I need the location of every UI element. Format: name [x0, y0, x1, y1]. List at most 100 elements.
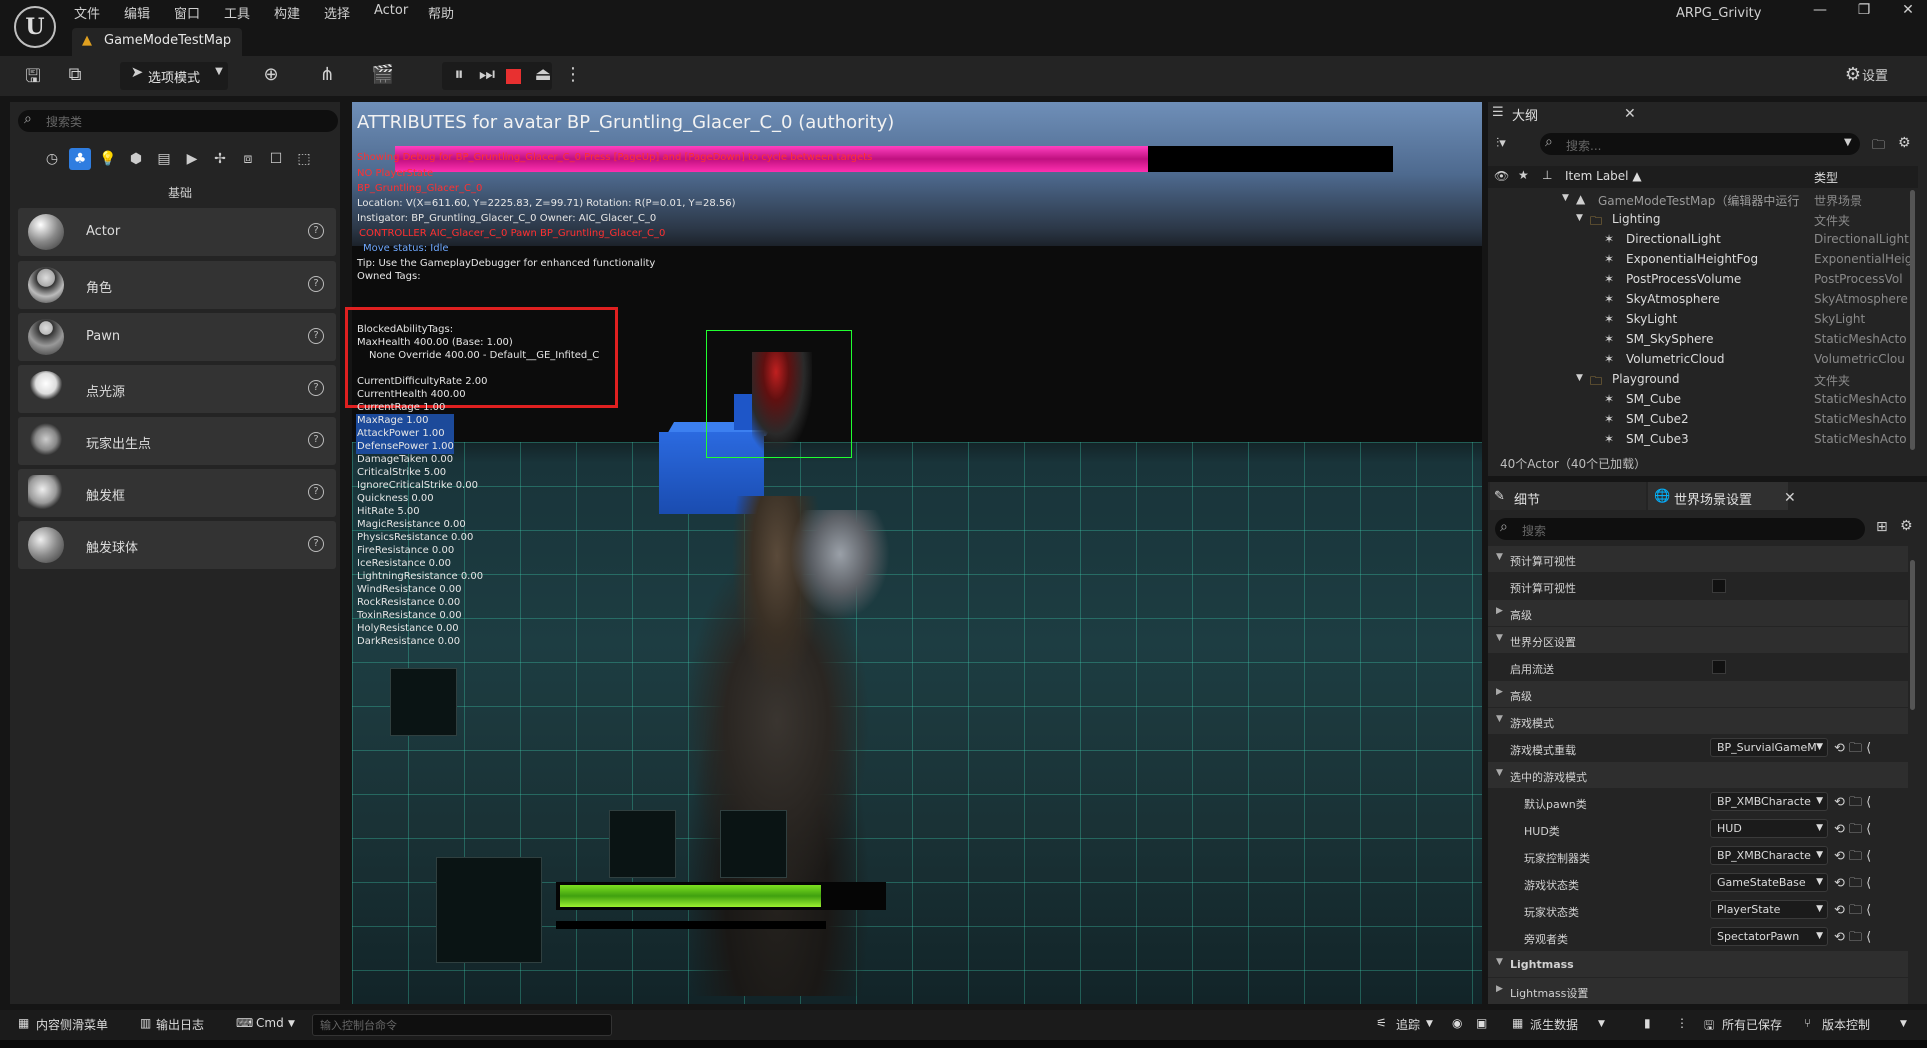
- outliner-row[interactable]: ▼ 🗀 Playground 文件夹: [1488, 370, 1918, 390]
- shapes-icon[interactable]: ⬢: [125, 148, 147, 170]
- details-search-input[interactable]: [1495, 518, 1865, 540]
- menu-build[interactable]: 构建: [274, 3, 300, 22]
- close-icon[interactable]: ✕: [1784, 490, 1796, 506]
- pause-icon[interactable]: ⏸: [446, 64, 472, 85]
- details-section-header[interactable]: ▼ 预计算可视性: [1488, 546, 1908, 572]
- unreal-logo-icon[interactable]: U: [14, 6, 56, 48]
- menu-select[interactable]: 选择: [324, 3, 350, 22]
- grid-view-icon[interactable]: ⊞: [1876, 519, 1888, 535]
- details-section-header[interactable]: ▶ 高级: [1488, 600, 1908, 626]
- expand-arrow-icon[interactable]: ▼: [1576, 213, 1583, 223]
- actor-item[interactable]: 触发框 ?: [18, 469, 336, 517]
- output-log-button[interactable]: 输出日志: [156, 1016, 204, 1033]
- outliner-row[interactable]: ✶ ExponentialHeightFog ExponentialHeig: [1488, 250, 1918, 270]
- type-column[interactable]: 类型: [1814, 169, 1838, 186]
- all-saved-button[interactable]: 所有已保存: [1722, 1016, 1782, 1033]
- more-options-icon[interactable]: ⋮: [560, 64, 586, 85]
- bar-chart-icon[interactable]: ▮: [1644, 1016, 1651, 1030]
- cinematic-icon[interactable]: ▤: [153, 148, 175, 170]
- add-actor-icon[interactable]: ⊕: [258, 64, 284, 85]
- close-icon[interactable]: ✕: [1624, 106, 1636, 122]
- gear-icon[interactable]: ⚙: [1898, 135, 1911, 151]
- geometry-icon[interactable]: ✢: [209, 148, 231, 170]
- restore-icon[interactable]: ❐: [1852, 2, 1876, 18]
- browse-asset-icon[interactable]: ⟲ 🗀 ⟨: [1834, 874, 1871, 896]
- checkbox[interactable]: [1712, 579, 1726, 593]
- help-icon[interactable]: ?: [308, 484, 324, 500]
- more-options-icon[interactable]: ⋮: [1676, 1016, 1688, 1030]
- expand-arrow-icon[interactable]: ▶: [1496, 687, 1503, 697]
- browse-asset-icon[interactable]: ⟲ 🗀 ⟨: [1834, 793, 1871, 815]
- outliner-row[interactable]: ✶ DirectionalLight DirectionalLight: [1488, 230, 1918, 250]
- browse-icon[interactable]: ⧉: [62, 64, 88, 85]
- chevron-down-icon[interactable]: ▼: [288, 1019, 295, 1029]
- add-folder-icon[interactable]: 🗀: [1872, 136, 1885, 158]
- item-label-column[interactable]: Item Label ▲: [1565, 169, 1642, 183]
- chevron-down-icon[interactable]: ▼: [1426, 1019, 1433, 1029]
- menu-window[interactable]: 窗口: [174, 3, 200, 22]
- all-classes-icon[interactable]: ☐: [265, 148, 287, 170]
- menu-tools[interactable]: 工具: [224, 3, 250, 22]
- hud-slot-large[interactable]: [436, 857, 542, 963]
- help-icon[interactable]: ?: [308, 432, 324, 448]
- browse-asset-icon[interactable]: ⟲ 🗀 ⟨: [1834, 847, 1871, 869]
- gear-icon[interactable]: ⚙: [1900, 518, 1913, 534]
- minimize-icon[interactable]: —: [1808, 2, 1832, 18]
- help-icon[interactable]: ?: [308, 328, 324, 344]
- outliner-row[interactable]: ✶ SM_Cube3 StaticMeshActo: [1488, 430, 1918, 450]
- menu-file[interactable]: 文件: [74, 3, 100, 22]
- filter-icon[interactable]: ⫶▾: [1496, 136, 1506, 151]
- close-window-icon[interactable]: ✕: [1896, 2, 1920, 18]
- outliner-row[interactable]: ▼ 🗀 Lighting 文件夹: [1488, 210, 1918, 230]
- step-icon[interactable]: ⏭: [474, 64, 500, 85]
- lights-icon[interactable]: 💡: [97, 148, 119, 170]
- source-control-button[interactable]: 版本控制: [1822, 1016, 1870, 1033]
- expand-arrow-icon[interactable]: ▼: [1496, 768, 1503, 778]
- help-icon[interactable]: ?: [308, 536, 324, 552]
- outliner-row[interactable]: ✶ SM_SkySphere StaticMeshActo: [1488, 330, 1918, 350]
- expand-arrow-icon[interactable]: ▼: [1496, 714, 1503, 724]
- expand-arrow-icon[interactable]: ▶: [1496, 984, 1503, 994]
- record-icon[interactable]: ◉: [1452, 1016, 1462, 1030]
- favorites-icon[interactable]: ⬚: [293, 148, 315, 170]
- actor-item[interactable]: 玩家出生点 ?: [18, 417, 336, 465]
- expand-arrow-icon[interactable]: ▼: [1576, 373, 1583, 383]
- basic-icon[interactable]: ♣: [69, 148, 91, 170]
- help-icon[interactable]: ?: [308, 380, 324, 396]
- menu-actor[interactable]: Actor: [374, 3, 408, 18]
- actor-item[interactable]: 角色 ?: [18, 261, 336, 309]
- chevron-down-icon[interactable]: ▼: [1844, 137, 1852, 148]
- class-picker-dropdown[interactable]: SpectatorPawn ▼: [1710, 927, 1828, 946]
- outliner-row[interactable]: ✶ SM_Cube StaticMeshActo: [1488, 390, 1918, 410]
- hud-slot[interactable]: [390, 668, 457, 736]
- details-section-header[interactable]: ▼ 世界分区设置: [1488, 627, 1908, 653]
- trace-button[interactable]: 追踪: [1396, 1016, 1420, 1033]
- settings-label[interactable]: 设置: [1862, 65, 1888, 84]
- expand-arrow-icon[interactable]: ▶: [1496, 606, 1503, 616]
- class-picker-dropdown[interactable]: PlayerState ▼: [1710, 900, 1828, 919]
- actor-item[interactable]: 触发球体 ?: [18, 521, 336, 569]
- browse-asset-icon[interactable]: ⟲ 🗀 ⟨: [1834, 820, 1871, 842]
- cinematics-icon[interactable]: 🎬: [370, 64, 396, 85]
- eject-icon[interactable]: ⏏: [530, 64, 556, 85]
- expand-arrow-icon[interactable]: ▼: [1496, 552, 1503, 562]
- chevron-down-icon[interactable]: ▼: [1900, 1019, 1907, 1029]
- actor-item[interactable]: 点光源 ?: [18, 365, 336, 413]
- expand-arrow-icon[interactable]: ▼: [1496, 957, 1503, 967]
- star-icon[interactable]: ★: [1518, 168, 1529, 182]
- browse-asset-icon[interactable]: ⟲ 🗀 ⟨: [1834, 739, 1871, 761]
- browse-asset-icon[interactable]: ⟲ 🗀 ⟨: [1834, 901, 1871, 923]
- menu-help[interactable]: 帮助: [428, 3, 454, 22]
- outliner-row[interactable]: ✶ PostProcessVolume PostProcessVol: [1488, 270, 1918, 290]
- outliner-row[interactable]: ✶ SkyAtmosphere SkyAtmosphere: [1488, 290, 1918, 310]
- class-picker-dropdown[interactable]: BP_XMBCharacte ▼: [1710, 792, 1828, 811]
- outliner-row[interactable]: ✶ SkyLight SkyLight: [1488, 310, 1918, 330]
- browse-asset-icon[interactable]: ⟲ 🗀 ⟨: [1834, 928, 1871, 950]
- class-picker-dropdown[interactable]: HUD ▼: [1710, 819, 1828, 838]
- content-drawer-button[interactable]: 内容侧滑菜单: [36, 1016, 108, 1033]
- outliner-row[interactable]: ▼ ▲ GameModeTestMap（编辑器中运行 世界场景: [1488, 190, 1918, 210]
- stop-icon[interactable]: [506, 69, 521, 84]
- menu-edit[interactable]: 编辑: [124, 3, 150, 22]
- recent-icon[interactable]: ◷: [41, 148, 63, 170]
- expand-arrow-icon[interactable]: ▼: [1562, 193, 1569, 203]
